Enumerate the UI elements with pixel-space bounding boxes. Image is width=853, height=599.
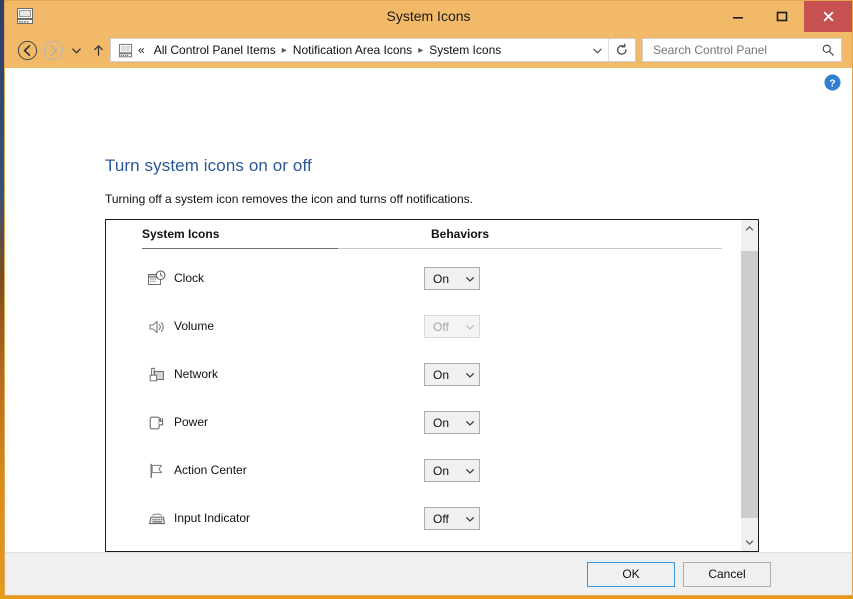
behavior-value: Off bbox=[433, 319, 449, 334]
window-controls bbox=[716, 1, 852, 32]
behavior-value: On bbox=[433, 367, 450, 382]
search-icon[interactable] bbox=[821, 43, 835, 57]
content-area: ? Turn system icons on or off Turning of… bbox=[5, 68, 852, 552]
system-icons-window: System Icons « All Control Panel Items ▸… bbox=[4, 0, 853, 596]
up-one-level-button[interactable] bbox=[86, 37, 110, 63]
cancel-button[interactable]: Cancel bbox=[683, 561, 771, 587]
behavior-value: On bbox=[433, 463, 450, 478]
row-label: Volume bbox=[174, 319, 215, 333]
row-label: Network bbox=[174, 367, 219, 381]
header-divider-accent bbox=[142, 248, 338, 249]
breadcrumb-separator-icon[interactable]: ▸ bbox=[417, 45, 424, 56]
row-label: Clock bbox=[174, 271, 205, 285]
behavior-select-power[interactable]: On bbox=[424, 411, 480, 434]
chevron-down-icon[interactable] bbox=[586, 39, 608, 61]
page-title: Turn system icons on or off bbox=[105, 156, 312, 175]
chevron-down-icon bbox=[461, 514, 479, 524]
breadcrumb-item-all-control-panel-items[interactable]: All Control Panel Items bbox=[149, 43, 281, 57]
scrollbar-track[interactable] bbox=[741, 237, 758, 534]
table-row: Volume Off bbox=[106, 305, 740, 353]
behavior-select-volume: Off bbox=[424, 315, 480, 338]
chevron-down-icon bbox=[461, 418, 479, 428]
breadcrumb-overflow[interactable]: « bbox=[136, 43, 149, 57]
page-subtitle: Turning off a system icon removes the ic… bbox=[105, 192, 473, 206]
breadcrumb-separator-icon[interactable]: ▸ bbox=[281, 45, 288, 56]
close-button[interactable] bbox=[804, 1, 852, 32]
search-box[interactable] bbox=[642, 38, 842, 62]
power-icon bbox=[147, 413, 167, 433]
scroll-up-button[interactable] bbox=[741, 220, 758, 237]
input-indicator-icon bbox=[147, 509, 167, 529]
behavior-select-input-indicator[interactable]: Off bbox=[424, 507, 480, 530]
row-label: Power bbox=[174, 415, 209, 429]
chevron-down-icon bbox=[461, 466, 479, 476]
table-row: Input Indicator Off bbox=[106, 497, 740, 545]
behavior-select-network[interactable]: On bbox=[424, 363, 480, 386]
row-label: Input Indicator bbox=[174, 511, 251, 525]
vertical-scrollbar[interactable] bbox=[740, 220, 758, 551]
breadcrumb-item-system-icons[interactable]: System Icons bbox=[424, 43, 506, 57]
title-bar: System Icons bbox=[5, 1, 852, 32]
scroll-down-button[interactable] bbox=[741, 534, 758, 551]
system-icons-list: System Icons Behaviors Clock On Volume O… bbox=[105, 219, 759, 552]
svg-text:?: ? bbox=[829, 77, 835, 89]
volume-icon bbox=[147, 317, 167, 337]
chevron-down-icon bbox=[461, 370, 479, 380]
table-row: Clock On bbox=[106, 257, 740, 305]
recent-locations-button[interactable] bbox=[66, 37, 86, 63]
dialog-footer: OK Cancel bbox=[5, 552, 852, 595]
breadcrumb: « All Control Panel Items ▸ Notification… bbox=[117, 43, 586, 58]
help-icon[interactable]: ? bbox=[824, 74, 841, 91]
minimize-button[interactable] bbox=[716, 1, 760, 32]
column-header-behaviors: Behaviors bbox=[431, 227, 490, 241]
address-computer-icon bbox=[117, 43, 134, 58]
table-row: Power On bbox=[106, 401, 740, 449]
chevron-down-icon bbox=[461, 322, 479, 332]
list-viewport: System Icons Behaviors Clock On Volume O… bbox=[106, 220, 740, 551]
chevron-down-icon bbox=[461, 274, 479, 284]
scrollbar-thumb[interactable] bbox=[741, 251, 758, 518]
network-icon bbox=[147, 365, 167, 385]
forward-button bbox=[40, 37, 66, 63]
behavior-value: On bbox=[433, 271, 450, 286]
table-row: Network On bbox=[106, 353, 740, 401]
column-header-system-icons: System Icons bbox=[142, 227, 220, 241]
behavior-value: On bbox=[433, 415, 450, 430]
refresh-icon[interactable] bbox=[608, 39, 635, 61]
search-input[interactable] bbox=[651, 42, 821, 58]
maximize-button[interactable] bbox=[760, 1, 804, 32]
action-center-icon bbox=[147, 461, 167, 481]
behavior-select-clock[interactable]: On bbox=[424, 267, 480, 290]
column-headers: System Icons Behaviors bbox=[106, 227, 740, 249]
table-row: Action Center On bbox=[106, 449, 740, 497]
row-label: Action Center bbox=[174, 463, 247, 477]
ok-button[interactable]: OK bbox=[587, 561, 675, 587]
behavior-value: Off bbox=[433, 511, 449, 526]
clock-icon bbox=[147, 269, 167, 289]
back-button[interactable] bbox=[14, 37, 40, 63]
breadcrumb-item-notification-area-icons[interactable]: Notification Area Icons bbox=[288, 43, 417, 57]
behavior-select-action-center[interactable]: On bbox=[424, 459, 480, 482]
navigation-bar: « All Control Panel Items ▸ Notification… bbox=[5, 32, 852, 68]
address-bar[interactable]: « All Control Panel Items ▸ Notification… bbox=[110, 38, 636, 62]
